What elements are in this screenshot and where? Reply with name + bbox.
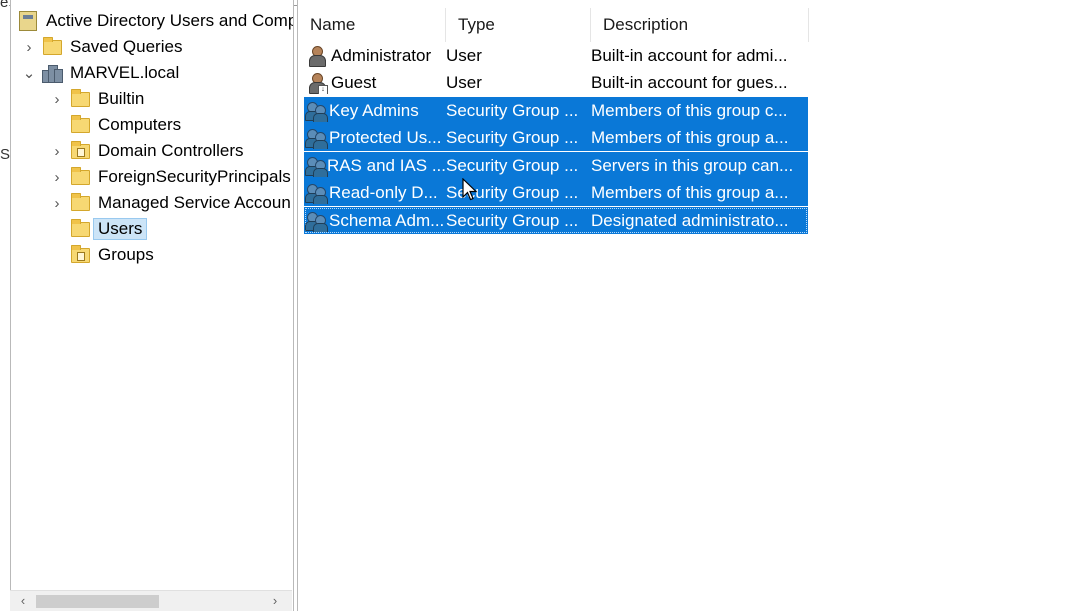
tree-item-computers[interactable]: Computers: [49, 112, 181, 138]
user-icon: [306, 45, 326, 67]
tree-item-users[interactable]: Users: [49, 216, 148, 242]
list-row-protected-users[interactable]: Protected Us... Security Group ... Membe…: [304, 124, 808, 151]
row-description: Members of this group a...: [591, 182, 789, 202]
group-icon: [304, 210, 328, 232]
chevron-right-icon[interactable]: ›: [49, 143, 65, 160]
group-icon: [304, 182, 328, 204]
aduc-console-icon: [19, 11, 37, 31]
chevron-down-icon[interactable]: ⌄: [21, 64, 37, 82]
row-name: Administrator: [331, 45, 432, 65]
left-edge-text-2: S: [0, 146, 11, 163]
left-edge-fragment: e S: [0, 0, 11, 611]
tree-item-saved-queries[interactable]: › Saved Queries: [21, 34, 182, 60]
tree-horizontal-scrollbar[interactable]: ‹ ›: [10, 590, 292, 611]
details-pane[interactable]: Name Type Description Administrator User…: [297, 0, 1072, 611]
scroll-left-icon[interactable]: ‹: [14, 591, 32, 611]
column-header-row: Name Type Description: [298, 8, 809, 42]
folder-icon: [71, 114, 90, 133]
row-description: Servers in this group can...: [591, 155, 794, 175]
tree-root[interactable]: Active Directory Users and Comp: [19, 8, 294, 34]
column-header-name[interactable]: Name: [298, 8, 446, 42]
row-type: Security Group ...: [446, 100, 579, 120]
column-header-type[interactable]: Type: [446, 8, 591, 42]
tree-item-groups[interactable]: Groups: [49, 242, 154, 268]
list-row-guest[interactable]: ↓ Guest User Built-in account for gues..…: [304, 69, 808, 96]
scroll-right-icon[interactable]: ›: [266, 591, 284, 611]
tree-item-label: ForeignSecurityPrincipals: [98, 167, 291, 186]
tree-item-label: Groups: [98, 245, 154, 264]
ou-folder-icon: [71, 140, 90, 159]
row-description: Designated administrato...: [591, 210, 789, 230]
tree-item-label: Managed Service Accoun: [98, 193, 291, 212]
tree-item-managed-service-accounts[interactable]: › Managed Service Accoun: [49, 190, 291, 216]
folder-icon: [43, 36, 62, 55]
group-icon: [304, 127, 328, 149]
tree-item-label: Builtin: [98, 89, 145, 108]
domain-icon: [41, 63, 63, 83]
row-description: Members of this group c...: [591, 100, 788, 120]
row-type: User: [446, 45, 482, 65]
chevron-right-icon[interactable]: ›: [49, 169, 65, 186]
tree-item-label-selected: Users: [93, 218, 148, 240]
tree-item-foreign-security-principals[interactable]: › ForeignSecurityPrincipals: [49, 164, 291, 190]
group-icon: [304, 100, 328, 122]
folder-icon: [71, 218, 90, 237]
row-name: RAS and IAS ...: [326, 155, 446, 175]
tree-item-label: Computers: [98, 115, 182, 134]
folder-icon: [71, 192, 90, 211]
row-name: Read-only D...: [329, 182, 438, 202]
tree-item-marvel-local[interactable]: ⌄ MARVEL.local: [21, 60, 179, 86]
chevron-right-icon[interactable]: ›: [49, 91, 65, 108]
list-row-key-admins[interactable]: Key Admins Security Group ... Members of…: [304, 97, 808, 124]
row-name: Key Admins: [329, 100, 419, 120]
chevron-right-icon[interactable]: ›: [21, 39, 37, 56]
list-row-ras-and-ias[interactable]: RAS and IAS ... Security Group ... Serve…: [304, 152, 808, 179]
row-type: User: [446, 72, 482, 92]
scrollbar-thumb[interactable]: [36, 595, 159, 608]
tree-item-label: Saved Queries: [70, 37, 183, 56]
chevron-right-icon[interactable]: ›: [49, 195, 65, 212]
list-row-schema-admins[interactable]: Schema Adm... Security Group ... Designa…: [304, 207, 808, 234]
group-icon: [304, 155, 328, 177]
tree-item-domain-controllers[interactable]: › Domain Controllers: [49, 138, 244, 164]
row-type: Security Group ...: [446, 127, 579, 147]
ou-folder-icon: [71, 244, 90, 263]
console-tree-pane[interactable]: Active Directory Users and Comp › Saved …: [10, 0, 294, 611]
left-edge-text-1: e: [0, 0, 9, 11]
row-description: Built-in account for admi...: [591, 45, 788, 65]
tree-root-label: Active Directory Users and Comp: [46, 11, 294, 30]
row-type: Security Group ...: [446, 155, 579, 175]
tree-item-label: Domain Controllers: [98, 141, 244, 160]
guest-user-icon: ↓: [306, 72, 328, 94]
column-header-description[interactable]: Description: [591, 8, 809, 42]
row-name: Guest: [331, 72, 377, 92]
list-row-read-only-dcs[interactable]: Read-only D... Security Group ... Member…: [304, 179, 808, 206]
row-name: Schema Adm...: [329, 210, 445, 230]
row-description: Built-in account for gues...: [591, 72, 788, 92]
tree-item-label: MARVEL.local: [70, 63, 180, 82]
row-name: Protected Us...: [329, 127, 442, 147]
folder-icon: [71, 88, 90, 107]
row-type: Security Group ...: [446, 210, 579, 230]
tree-item-builtin[interactable]: › Builtin: [49, 86, 144, 112]
row-description: Members of this group a...: [591, 127, 789, 147]
list-row-administrator[interactable]: Administrator User Built-in account for …: [304, 42, 808, 69]
folder-icon: [71, 166, 90, 185]
